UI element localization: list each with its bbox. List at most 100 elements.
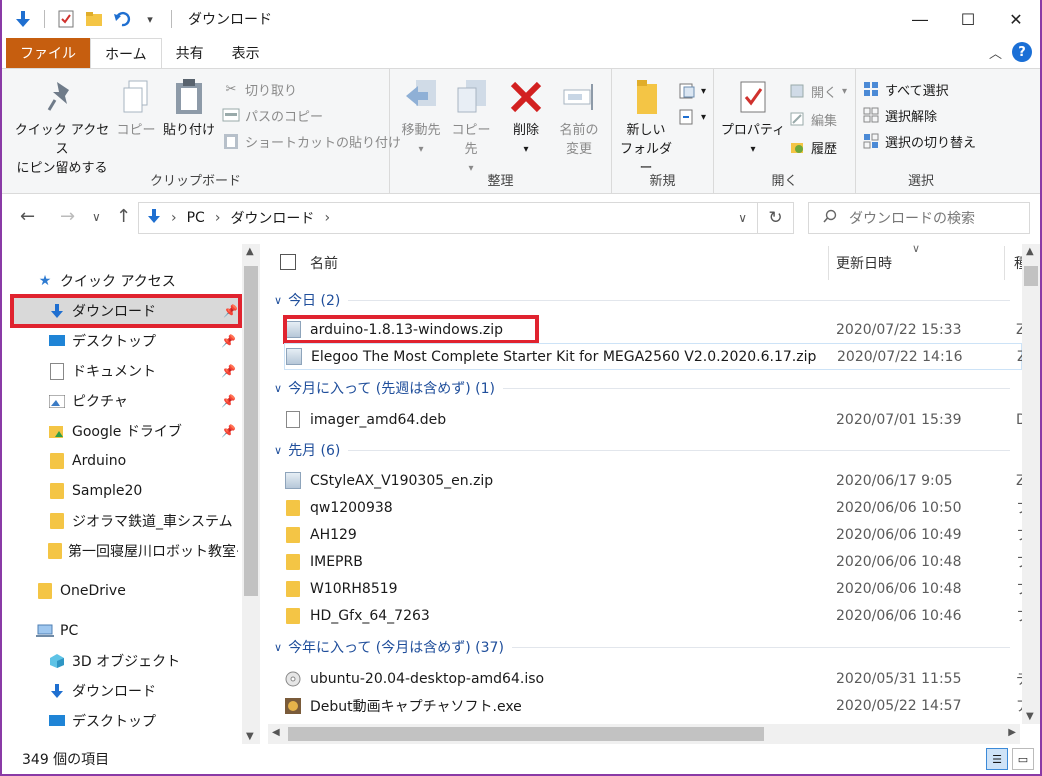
nav-pc-desktop[interactable]: デスクトップ: [2, 706, 238, 736]
copy-to-button[interactable]: コピー先 ▾: [446, 77, 496, 178]
new-folder-button[interactable]: 新しい フォルダー: [616, 77, 676, 178]
tab-share[interactable]: 共有: [162, 38, 218, 68]
file-row[interactable]: AH129 2020/06/06 10:49 フ: [284, 521, 1030, 548]
chevron-down-icon[interactable]: ▾: [139, 8, 161, 30]
scroll-up-icon[interactable]: ▲: [1026, 246, 1034, 257]
delete-button[interactable]: 削除 ▾: [504, 77, 548, 159]
properties-dropdown-icon: ▾: [750, 144, 756, 155]
nav-item-documents[interactable]: ドキュメント 📌: [2, 356, 238, 386]
pin-to-quick-access-button[interactable]: クイック アクセス にピン留めする: [12, 77, 112, 178]
large-icons-view-icon[interactable]: ▭: [1012, 748, 1034, 770]
ribbon: クイック アクセス にピン留めする コピー 貼り付け ✂ 切り取り パスのコピー…: [2, 68, 1040, 194]
nav-item-arduino[interactable]: Arduino: [2, 446, 238, 476]
collapse-ribbon-icon[interactable]: ︿: [989, 43, 1002, 62]
help-icon[interactable]: ?: [1012, 42, 1032, 62]
checklist-icon[interactable]: [55, 8, 77, 30]
nav-item-google-drive[interactable]: Google ドライブ 📌: [2, 416, 238, 446]
scroll-right-icon[interactable]: ▶: [1008, 727, 1016, 738]
file-row[interactable]: IMEPRB 2020/06/06 10:48 フ: [284, 548, 1030, 575]
scroll-down-icon[interactable]: ▼: [246, 731, 254, 742]
nav-item-pictures[interactable]: ピクチャ 📌: [2, 386, 238, 416]
horizontal-scrollbar-thumb[interactable]: [288, 727, 764, 741]
select-all-checkbox[interactable]: [280, 254, 296, 270]
file-name: HD_Gfx_64_7263: [310, 607, 430, 624]
properties-button[interactable]: プロパティ ▾: [720, 77, 786, 159]
file-row[interactable]: CStyleAX_V190305_en.zip 2020/06/17 9:05 …: [284, 467, 1026, 494]
group-header-last-month[interactable]: ∨ 先月 (6): [274, 437, 1010, 463]
nav-item-desktop[interactable]: デスクトップ 📌: [2, 326, 238, 356]
down-arrow-icon[interactable]: [12, 8, 34, 30]
file-row[interactable]: arduino-1.8.13-windows.zip: [283, 315, 539, 344]
minimize-button[interactable]: ―: [896, 0, 944, 38]
refresh-icon[interactable]: ↻: [758, 202, 794, 234]
delete-label: 削除: [512, 123, 539, 138]
nav-scrollbar[interactable]: ▲ ▼: [242, 244, 260, 744]
file-row[interactable]: W10RH8519 2020/06/06 10:48 フ: [284, 575, 1030, 602]
column-date[interactable]: 更新日時: [836, 253, 892, 273]
nav-item-robot-class[interactable]: 第一回寝屋川ロボット教室※: [2, 536, 238, 566]
edit-button[interactable]: 編集: [788, 107, 837, 131]
back-arrow-icon[interactable]: ←: [20, 206, 35, 227]
pin-icon: [42, 77, 82, 117]
file-row[interactable]: qw1200938 2020/06/06 10:50 フ: [284, 494, 1030, 521]
open-button[interactable]: 開く ▾: [788, 79, 847, 103]
nav-scrollbar-thumb[interactable]: [244, 266, 258, 596]
easy-access-button[interactable]: ▾: [678, 105, 706, 129]
paste-button[interactable]: 貼り付け: [162, 77, 216, 140]
scroll-up-icon[interactable]: ▲: [246, 246, 254, 257]
nav-item-diorama[interactable]: ジオラマ鉄道_車システム: [2, 506, 238, 536]
new-item-button[interactable]: ▾: [678, 79, 706, 103]
scroll-down-icon[interactable]: ▼: [1026, 711, 1034, 722]
group-header-today[interactable]: ∨ 今日 (2): [274, 287, 1010, 313]
nav-pc-downloads[interactable]: ダウンロード: [2, 676, 238, 706]
select-none-button[interactable]: 選択解除: [862, 103, 937, 127]
breadcrumb-downloads[interactable]: ダウンロード: [230, 208, 314, 228]
scroll-left-icon[interactable]: ◀: [272, 727, 280, 738]
nav-item-downloads[interactable]: ダウンロード 📌: [10, 294, 242, 328]
list-scrollbar-thumb[interactable]: [1024, 266, 1038, 286]
copy-path-button[interactable]: パスのコピー: [222, 103, 323, 127]
up-arrow-icon[interactable]: ↑: [116, 206, 131, 227]
nav-item-sample20[interactable]: Sample20: [2, 476, 238, 506]
group-header-this-year[interactable]: ∨ 今年に入って (今月は含めず) (37): [274, 634, 1010, 660]
address-dropdown-icon[interactable]: ∨: [738, 211, 747, 225]
file-row[interactable]: imager_amd64.deb 2020/07/01 15:39 D: [284, 406, 1027, 433]
tab-view[interactable]: 表示: [218, 38, 274, 68]
select-all-button[interactable]: すべて選択: [862, 77, 949, 101]
nav-pc-3d-objects[interactable]: 3D オブジェクト: [2, 646, 238, 676]
close-button[interactable]: ✕: [992, 0, 1040, 38]
folder-icon[interactable]: [83, 8, 105, 30]
tab-file[interactable]: ファイル: [6, 38, 90, 68]
cut-button[interactable]: ✂ 切り取り: [222, 77, 297, 101]
address-bar[interactable]: › PC › ダウンロード › ∨: [138, 202, 758, 234]
paste-shortcut-button[interactable]: ショートカットの貼り付け: [222, 129, 401, 153]
copy-button[interactable]: コピー: [114, 77, 158, 140]
move-to-button[interactable]: 移動先 ▾: [396, 77, 446, 159]
nav-pc[interactable]: PC: [2, 616, 238, 646]
file-row[interactable]: HD_Gfx_64_7263 2020/06/06 10:46 フ: [284, 602, 1030, 629]
open-label: 開く: [811, 85, 838, 101]
history-button[interactable]: 履歴: [788, 135, 837, 159]
tab-home[interactable]: ホーム: [90, 38, 162, 68]
details-view-icon[interactable]: ☰: [986, 748, 1008, 770]
select-all-label: すべて選択: [885, 83, 949, 99]
forward-arrow-icon[interactable]: →: [60, 206, 75, 227]
history-label: 履歴: [811, 141, 838, 157]
file-row[interactable]: Debut動画キャプチャソフト.exe 2020/05/22 14:57 ア: [284, 692, 1030, 719]
group-header-this-month[interactable]: ∨ 今月に入って (先週は含めず) (1): [274, 375, 1010, 401]
rename-button[interactable]: 名前の 変更: [554, 77, 604, 159]
list-scrollbar[interactable]: ▲ ▼: [1022, 244, 1040, 724]
undo-icon[interactable]: [111, 8, 133, 30]
search-box[interactable]: ダウンロードの検索: [808, 202, 1030, 234]
file-row[interactable]: ubuntu-20.04-desktop-amd64.iso 2020/05/3…: [284, 665, 1030, 692]
file-date: 2020/06/06 10:48: [836, 580, 962, 597]
nav-quick-access[interactable]: ★ クイック アクセス: [36, 266, 236, 296]
column-name[interactable]: 名前: [310, 253, 338, 273]
recent-locations-chevron-icon[interactable]: ∨: [92, 210, 101, 224]
breadcrumb-pc[interactable]: PC: [187, 210, 205, 226]
maximize-button[interactable]: ☐: [944, 0, 992, 38]
horizontal-scrollbar[interactable]: ◀ ▶: [268, 724, 1020, 744]
invert-selection-button[interactable]: 選択の切り替え: [862, 129, 976, 153]
nav-onedrive[interactable]: OneDrive: [2, 576, 238, 606]
file-row[interactable]: Elegoo The Most Complete Starter Kit for…: [284, 343, 1027, 370]
